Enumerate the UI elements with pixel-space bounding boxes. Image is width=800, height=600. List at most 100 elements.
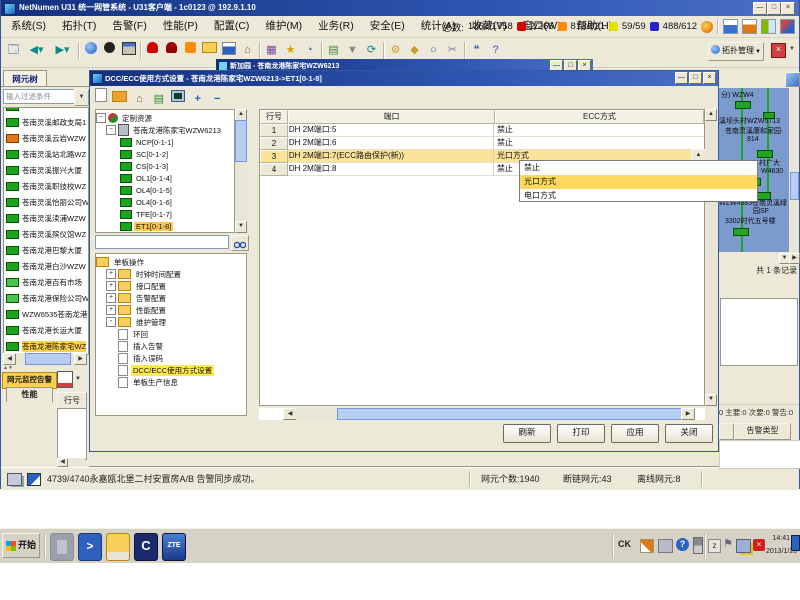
port-cell[interactable]: DH 2M端口:8 — [288, 163, 494, 176]
tree-node-root[interactable]: − 定制资源 — [96, 112, 234, 124]
ne-list-hscrollbar[interactable]: ◀ ▶ — [3, 353, 87, 365]
port-cell[interactable]: DH 2M端口:6 — [288, 137, 494, 150]
board-node[interactable]: TFE[0-1-7] — [96, 208, 234, 220]
board-node[interactable]: FAN[0-1-9] — [96, 232, 234, 233]
dropdown-option[interactable]: 光口方式 — [520, 175, 757, 189]
ne-filter-input[interactable] — [3, 89, 76, 104]
quick-launch-powershell-icon[interactable]: > — [78, 533, 102, 561]
ne-filter-dropdown-button[interactable]: ▼ — [74, 89, 89, 106]
chart-view-icon[interactable] — [723, 19, 738, 34]
toolbar-record-icon[interactable] — [101, 42, 118, 59]
expand-icon[interactable]: + — [106, 293, 116, 303]
ne-list-item[interactable]: 苍南灵溪振兴大厦 — [4, 162, 88, 178]
header-port[interactable]: 端口 — [288, 110, 495, 124]
toolbar-table-icon[interactable]: ▤ — [325, 42, 342, 59]
table-row[interactable]: 2 DH 2M端口:6 禁止 — [260, 137, 704, 150]
op-node[interactable]: 插入误码 — [96, 352, 246, 364]
menu-item[interactable]: 业务(R) — [310, 16, 362, 36]
image-view-icon[interactable] — [780, 19, 795, 34]
resource-tree-vscrollbar[interactable]: ▲ ▼ — [235, 109, 247, 233]
ne-list-hscroll-thumb[interactable] — [25, 353, 71, 365]
toolbar-filter-icon[interactable]: ▼ — [344, 42, 361, 59]
dropdown-option[interactable]: 禁止 — [520, 161, 757, 175]
close-view-button[interactable]: × — [771, 43, 786, 58]
expand-icon[interactable]: - — [106, 317, 116, 327]
table-row[interactable]: 1 DH 2M端口:5 禁止 — [260, 124, 704, 137]
dialog-minimize-button[interactable]: — — [675, 72, 688, 84]
ne-list-item[interactable]: 苍南龙港白沙WZW — [4, 258, 88, 274]
alarm-warning-icon[interactable] — [650, 22, 659, 31]
scroll-right-icon[interactable]: ▶ — [74, 353, 87, 365]
ne-list-item[interactable]: 苍南灵溪渎浦WZW — [4, 210, 88, 226]
expand-icon[interactable]: + — [106, 281, 116, 291]
toolbar-config-icon[interactable]: ⚙ — [387, 42, 404, 59]
ne-list-item[interactable]: 苍南灵溪职技校WZ — [4, 178, 88, 194]
toolbar-chat-icon[interactable]: ❝ — [468, 42, 485, 59]
toolbar-zoom-icon[interactable]: ◔ — [301, 42, 318, 59]
header-ecc-mode[interactable]: ECC方式 — [495, 110, 704, 124]
alarm-type-column-header[interactable]: 告警类型 — [734, 423, 791, 440]
scroll-right-icon[interactable]: ▶ — [681, 408, 695, 420]
dialog-close-button[interactable]: × — [703, 72, 716, 84]
menu-item[interactable]: 告警(F) — [104, 16, 154, 36]
quick-launch-camera-icon[interactable] — [50, 533, 74, 561]
board-node[interactable]: NCP[0-1-1] — [96, 136, 234, 148]
remove-icon[interactable]: − — [210, 91, 225, 108]
ne-list-item[interactable]: 苍南龙港陈家宅WZ — [4, 338, 88, 354]
op-node[interactable]: - 维护管理 — [96, 316, 246, 328]
collapse-icon[interactable]: − — [106, 125, 116, 135]
ne-list-item[interactable]: 苍南灵溪云岩WZW — [4, 130, 88, 146]
board-node[interactable]: SC[0-1-2] — [96, 148, 234, 160]
close-button[interactable]: × — [781, 2, 795, 15]
alarm-log-icon[interactable] — [57, 371, 73, 388]
folder-open-icon[interactable] — [112, 91, 127, 108]
op-node[interactable]: DCC/ECC使用方式设置 — [96, 364, 246, 376]
row-number-cell[interactable]: 3 — [260, 150, 288, 163]
board-node[interactable]: ET1[0-1-8] — [96, 220, 234, 232]
menu-item[interactable]: 性能(P) — [155, 16, 206, 36]
header-row-number[interactable]: 行号 — [260, 110, 288, 124]
op-node[interactable]: + 时钟时间配置 — [96, 268, 246, 280]
alarm-critical-count[interactable]: 2/266 — [530, 21, 554, 32]
ne-list-item[interactable]: 苍南灵溪怡丽公司W — [4, 194, 88, 210]
board-node[interactable]: OL4[0-1-6] — [96, 196, 234, 208]
menu-item[interactable]: 维护(M) — [257, 16, 310, 36]
table-vscrollbar[interactable]: ▲ ▼ — [705, 109, 717, 406]
new-icon[interactable] — [93, 88, 108, 105]
alarm-major-count[interactable]: 813/821 — [571, 21, 605, 32]
dialog-action-button[interactable]: 刷新 — [503, 424, 551, 443]
ne-list-item[interactable]: 苍南龙港巴黎大厦 — [4, 242, 88, 258]
ne-list-item[interactable]: 苍南龙港百有市场 — [4, 274, 88, 290]
table-hscroll-thumb[interactable] — [337, 408, 682, 420]
tray-toggle-icon[interactable] — [693, 537, 703, 554]
start-button[interactable]: 开始 — [2, 533, 40, 558]
op-node[interactable]: 环回 — [96, 328, 246, 340]
toolbar-globe-icon[interactable] — [82, 42, 99, 59]
panel-view-icon[interactable] — [761, 19, 776, 34]
add-icon[interactable]: + — [190, 91, 205, 108]
op-node[interactable]: 单板生产信息 — [96, 376, 246, 388]
table-config-icon[interactable]: ▤ — [151, 91, 166, 108]
row-number-cell[interactable]: 1 — [260, 124, 288, 137]
toolbar-star-icon[interactable]: ★ — [282, 42, 299, 59]
scroll-left-icon[interactable]: ◀ — [283, 408, 297, 420]
dropdown-option[interactable]: 电口方式 — [520, 189, 757, 203]
scroll-down-icon[interactable]: ▼ — [235, 221, 247, 233]
ne-tree-tab[interactable]: 网元树 — [3, 70, 47, 87]
port-cell[interactable]: DH 2M端口:7(ECC路由保护(新)) — [288, 150, 494, 163]
dialog-title-bar[interactable]: DCC/ECC使用方式设置 - 苍南龙港陈家宅WZW6213->ET1[0-1-… — [90, 71, 718, 86]
expand-icon[interactable]: + — [106, 269, 116, 279]
op-node[interactable]: + 性能配置 — [96, 304, 246, 316]
tree-node-ne[interactable]: − 苍南龙港陈家宅WZW6213 — [96, 124, 234, 136]
quick-launch-folder-icon[interactable] — [106, 533, 130, 561]
map-vscroll-thumb[interactable] — [790, 172, 799, 200]
toolbar-alarm-critical-icon[interactable] — [144, 42, 161, 59]
toolbar-lock-icon[interactable]: ◆ — [406, 42, 423, 59]
dialog-action-button[interactable]: 关闭 — [665, 424, 713, 443]
expand-icon[interactable]: + — [106, 305, 116, 315]
minimize-button[interactable]: — — [753, 2, 767, 15]
ne-list-item[interactable]: 苍南灵溪站北路WZ — [4, 146, 88, 162]
toolbar-help-icon[interactable]: ? — [487, 42, 504, 59]
menu-item[interactable]: 系统(S) — [3, 16, 54, 36]
op-node[interactable]: + 告警配置 — [96, 292, 246, 304]
